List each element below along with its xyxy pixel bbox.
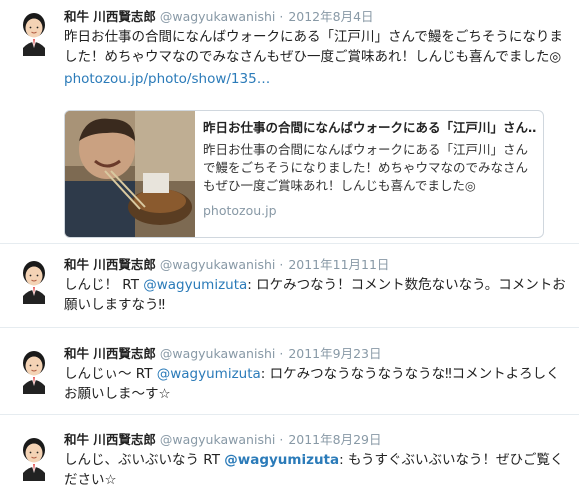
text-prefix: しんじ！ RT [64,277,144,293]
avatar[interactable] [10,346,58,394]
tweet[interactable]: 和牛 川西賢志郎 @wagyukawanishi · 2012年8月4日 昨日お… [0,0,579,244]
tweet[interactable]: 和牛 川西賢志郎 @wagyukawanishi · 2011年11月11日 し… [0,244,579,328]
mention-link[interactable]: @wagyumizuta [143,277,247,293]
avatar[interactable] [10,8,58,56]
mention-link[interactable]: @wagyumizuta [224,452,339,468]
card-title[interactable]: 昨日お仕事の合間になんばウォークにある「江戸川」さん… [203,119,537,137]
separator-dot: · [279,9,284,24]
tweet-header: 和牛 川西賢志郎 @wagyukawanishi · 2011年9月23日 [64,345,571,363]
display-name[interactable]: 和牛 川西賢志郎 [64,432,156,447]
display-name[interactable]: 和牛 川西賢志郎 [64,257,156,272]
tweet-text: しんじぃ～ RT @wagyumizuta: ロケみつなうなうなうなうな‼コメン… [64,364,571,404]
tweet-text: しんじ！ RT @wagyumizuta: ロケみつなう！コメント数危ないなう。… [64,275,571,315]
display-name[interactable]: 和牛 川西賢志郎 [64,9,156,24]
username[interactable]: @wagyukawanishi [160,9,276,24]
mention-link[interactable]: @wagyumizuta [157,366,261,382]
tweet-text: しんじ、ぶいぶいなう RT @wagyumizuta: もうすぐぶいぶいなう！ぜ… [64,450,571,490]
tweet-header: 和牛 川西賢志郎 @wagyukawanishi · 2011年11月11日 [64,256,571,274]
tweet-text: 昨日お仕事の合間になんばウォークにある「江戸川」さんで鰻をごちそうになりました！… [64,29,563,65]
tweet[interactable]: 和牛 川西賢志郎 @wagyukawanishi · 2011年8月29日 しん… [0,415,579,499]
card-domain: photozou.jp [203,203,277,218]
link-card[interactable]: 昨日お仕事の合間になんばウォークにある「江戸川」さん… 昨日お仕事の合間になんば… [64,110,544,238]
tweet-header: 和牛 川西賢志郎 @wagyukawanishi · 2012年8月4日 [64,8,571,26]
avatar[interactable] [10,433,58,481]
tweet-date[interactable]: 2012年8月4日 [288,9,373,24]
avatar[interactable] [10,256,58,304]
card-photo[interactable] [65,111,195,237]
tweet[interactable]: 和牛 川西賢志郎 @wagyukawanishi · 2011年9月23日 しん… [0,328,579,415]
username[interactable]: @wagyukawanishi [160,432,276,447]
separator-dot: · [279,346,284,361]
text-prefix: しんじ、ぶいぶいなう RT [64,452,225,468]
card-description: 昨日お仕事の合間になんばウォークにある「江戸川」さんで鰻をごちそうになりました！… [203,142,529,193]
tweet-header: 和牛 川西賢志郎 @wagyukawanishi · 2011年8月29日 [64,431,571,449]
separator-dot: · [279,432,284,447]
display-name[interactable]: 和牛 川西賢志郎 [64,346,156,361]
photo-link[interactable]: photozou.jp/photo/show/135… [64,69,571,89]
tweet-date[interactable]: 2011年8月29日 [288,432,381,447]
text-prefix: しんじぃ～ RT [64,366,157,382]
username[interactable]: @wagyukawanishi [160,257,276,272]
tweet-date[interactable]: 2011年9月23日 [288,346,381,361]
tweet-date[interactable]: 2011年11月11日 [288,257,389,272]
separator-dot: · [279,257,284,272]
username[interactable]: @wagyukawanishi [160,346,276,361]
